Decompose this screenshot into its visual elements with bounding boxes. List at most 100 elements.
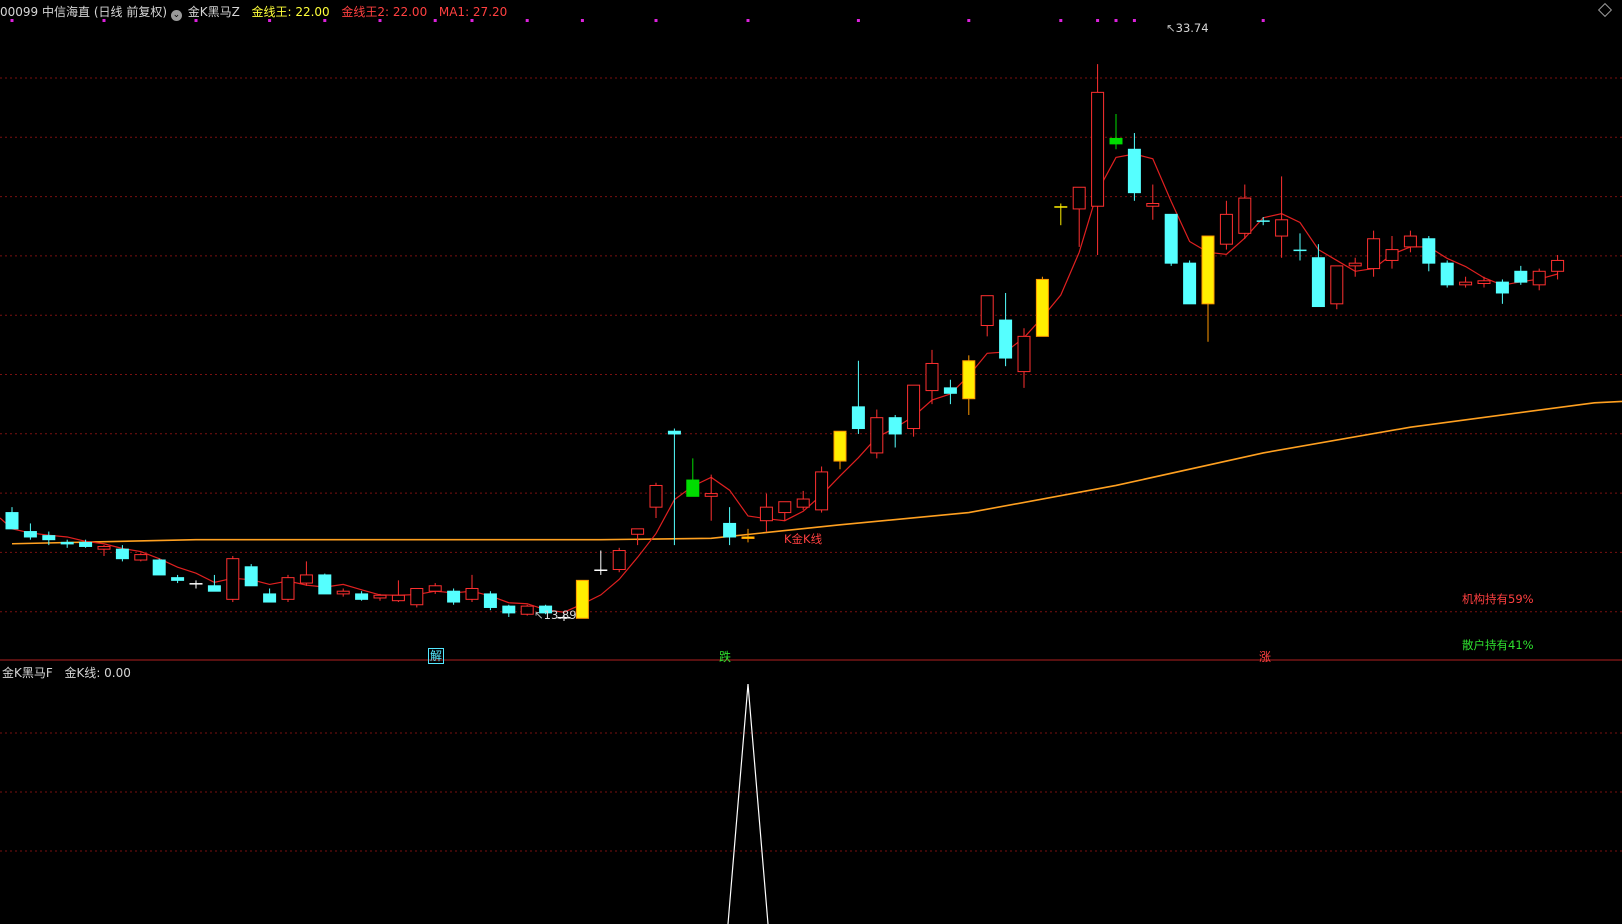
candle-body xyxy=(1201,235,1215,305)
candle-body xyxy=(704,493,718,497)
candle-body xyxy=(888,417,902,435)
candle-body xyxy=(870,417,884,454)
candle-body xyxy=(1127,148,1141,194)
candle-body xyxy=(42,535,56,541)
signal-dot xyxy=(746,19,750,22)
candle-body xyxy=(226,558,240,600)
candle-body xyxy=(667,430,681,435)
indicator-dropdown-icon[interactable]: ⌄ xyxy=(170,10,182,21)
signal-dot xyxy=(580,19,584,22)
gold-line-label: 金线王 xyxy=(251,5,288,19)
signal-dot xyxy=(654,19,658,22)
candle-body xyxy=(1459,281,1473,286)
candle-body xyxy=(612,550,626,571)
candle-body xyxy=(1385,249,1399,261)
candle-body xyxy=(796,498,810,508)
candle-body xyxy=(171,577,185,581)
candle-body xyxy=(5,512,19,530)
indicator-name[interactable]: 金K黑马Z xyxy=(188,5,240,19)
candle-body xyxy=(79,541,93,547)
candle-body xyxy=(759,506,773,522)
main-header: 00099 中信海直 (日线 前复权) ⌄ 金K黑马Z 金线王: 22.00 金… xyxy=(0,5,508,21)
candle-body xyxy=(980,295,994,327)
candle-body xyxy=(1035,278,1049,337)
period-label[interactable]: (日线 前复权) xyxy=(94,5,167,19)
candle-body xyxy=(1477,280,1491,284)
candle-body xyxy=(1367,238,1381,270)
signal-dot xyxy=(1132,19,1136,22)
sub-line-value: 0.00 xyxy=(104,666,131,680)
candle-body xyxy=(778,501,792,514)
signal-dot xyxy=(967,19,971,22)
sub-indicator-name[interactable]: 金K黑马F xyxy=(2,666,53,680)
candle-body xyxy=(152,559,166,576)
candle-body xyxy=(815,471,829,511)
ma-value: 27.20 xyxy=(472,5,508,19)
candle-body xyxy=(1495,281,1509,294)
candle-body xyxy=(97,545,111,550)
stock-name: 中信海直 xyxy=(42,5,91,19)
candle-body xyxy=(336,590,350,595)
candle-body xyxy=(263,593,277,603)
candle-body xyxy=(1422,238,1436,264)
signal-label-release: 解 xyxy=(428,648,444,664)
kline-chart[interactable] xyxy=(0,0,1622,924)
high-price-label: ↖33.74 xyxy=(1166,21,1209,35)
candle-body xyxy=(299,574,313,584)
retail-holding-label: 散户持有41% xyxy=(1462,638,1534,652)
candle-body xyxy=(428,585,442,592)
gold-line2-value: 22.00 xyxy=(392,5,428,19)
stock-code: 00099 xyxy=(0,5,39,19)
ma-label: MA1 xyxy=(438,5,466,19)
ma-short-line xyxy=(0,153,1558,613)
sub-header: 金K黑马F 金K线: 0.00 xyxy=(2,666,131,680)
candle-body xyxy=(1091,91,1105,207)
candle-body xyxy=(999,319,1013,359)
sub-indicator-line xyxy=(727,683,769,924)
candle-body xyxy=(1514,270,1528,283)
candle-body xyxy=(391,594,405,602)
candle-body xyxy=(318,574,332,595)
candle-body xyxy=(943,387,957,394)
candle-body xyxy=(1146,203,1160,207)
candle-body xyxy=(686,479,700,497)
candle-body xyxy=(741,536,755,539)
candle-body xyxy=(520,605,534,615)
signal-dot xyxy=(1059,19,1063,22)
candle-body xyxy=(207,585,221,592)
candle-body xyxy=(1164,213,1178,264)
candle-body xyxy=(23,531,37,538)
candle-body xyxy=(134,554,148,561)
candle-body xyxy=(447,590,461,603)
candle-body xyxy=(649,484,663,508)
candle-body xyxy=(1532,270,1546,286)
candle-body xyxy=(115,548,129,560)
candle-body xyxy=(373,594,387,599)
gold-line-value: 22.00 xyxy=(295,5,330,19)
candle-body xyxy=(1238,197,1252,234)
candle-body xyxy=(410,587,424,606)
candle-body xyxy=(631,528,645,535)
institution-holding-label: 机构持有59% xyxy=(1462,592,1534,606)
candle-body xyxy=(1183,262,1197,305)
candle-body xyxy=(1109,137,1123,145)
candle-body xyxy=(60,541,74,545)
signal-dot xyxy=(525,19,529,22)
candle-body xyxy=(1311,257,1325,308)
candle-body xyxy=(575,579,589,619)
candle-body xyxy=(244,566,258,587)
candle-body xyxy=(1330,265,1344,305)
gold-line2-label: 金线王2 xyxy=(341,5,385,19)
candle-body xyxy=(907,384,921,430)
candle-body xyxy=(833,430,847,462)
candle-body xyxy=(925,362,939,392)
candle-body xyxy=(1348,262,1362,267)
candle-body xyxy=(355,593,369,600)
candle-body xyxy=(483,593,497,608)
candle-body xyxy=(723,522,737,538)
candle-body xyxy=(851,406,865,430)
signal-dot xyxy=(1114,19,1118,22)
candle-body xyxy=(1275,219,1289,237)
sub-line-label: 金K线 xyxy=(64,666,97,680)
candle-body xyxy=(962,360,976,400)
